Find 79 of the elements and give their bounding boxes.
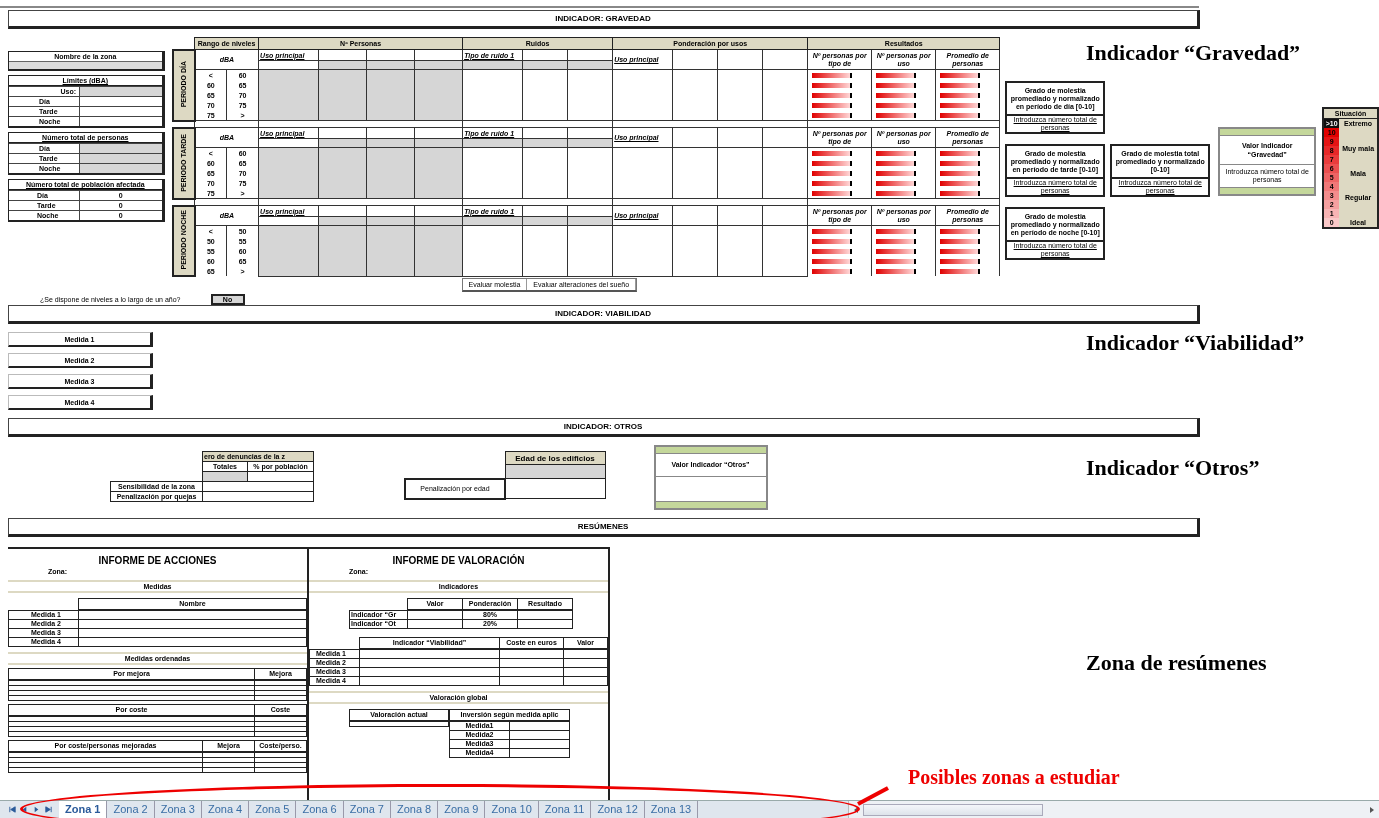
- next-sheet-icon[interactable]: [32, 805, 41, 814]
- data-bar: [812, 82, 853, 88]
- data-bar: [812, 112, 853, 118]
- data-bar: [940, 248, 981, 254]
- data-bar: [812, 238, 853, 244]
- zone-name-field[interactable]: [9, 61, 162, 69]
- annotation-text: Indicador “Viabilidad”: [1086, 330, 1305, 356]
- sheet-tab[interactable]: Zona 11: [538, 801, 592, 818]
- sheet-tab[interactable]: Zona 5: [249, 801, 297, 818]
- report-title: INFORME DE VALORACIÓN: [391, 553, 526, 566]
- data-bar: [876, 238, 917, 244]
- data-bar: [940, 72, 981, 78]
- data-bar: [812, 170, 853, 176]
- data-bar: [940, 228, 981, 234]
- data-bar: [940, 150, 981, 156]
- data-bar: [812, 72, 853, 78]
- data-bar: [940, 238, 981, 244]
- data-bar: [940, 180, 981, 186]
- annotation-text: Indicador “Otros”: [1086, 455, 1260, 481]
- section-header: INDICADOR: OTROS: [8, 418, 1200, 437]
- data-bar: [876, 258, 917, 264]
- input-cell[interactable]: [79, 144, 162, 153]
- data-bar: [876, 190, 917, 196]
- data-bar: [940, 102, 981, 108]
- input-cell[interactable]: [79, 154, 162, 163]
- data-bar: [876, 102, 917, 108]
- annotation-text: Zona de resúmenes: [1086, 650, 1267, 676]
- sheet-tab[interactable]: Zona 7: [343, 801, 391, 818]
- data-bar: [940, 268, 981, 274]
- data-bar: [940, 160, 981, 166]
- sheet-tab[interactable]: Zona 3: [154, 801, 202, 818]
- data-bar: [812, 258, 853, 264]
- data-bar: [940, 92, 981, 98]
- data-bar: [940, 258, 981, 264]
- last-sheet-icon[interactable]: [44, 805, 53, 814]
- data-bar: [812, 248, 853, 254]
- data-bar: [940, 82, 981, 88]
- data-bar: [876, 248, 917, 254]
- sheet-tab[interactable]: Zona 9: [438, 801, 486, 818]
- data-bar: [876, 112, 917, 118]
- annotation-text: Indicador “Gravedad”: [1086, 40, 1301, 66]
- sheet-tab[interactable]: Zona 10: [485, 801, 539, 818]
- section-header: INDICADOR: GRAVEDAD: [8, 10, 1200, 29]
- data-bar: [876, 150, 917, 156]
- first-sheet-icon[interactable]: [8, 805, 17, 814]
- callout-text: Posibles zonas a estudiar: [908, 766, 1120, 789]
- data-bar: [812, 150, 853, 156]
- data-bar: [812, 180, 853, 186]
- input-cell[interactable]: [79, 164, 162, 173]
- section-header: INDICADOR: VIABILIDAD: [8, 305, 1200, 324]
- sheet-tab[interactable]: Zona 1: [59, 801, 108, 818]
- sheet-tab[interactable]: Zona 12: [591, 801, 645, 818]
- section-header: RESÚMENES: [8, 518, 1200, 537]
- data-bar: [876, 82, 917, 88]
- data-bar: [812, 268, 853, 274]
- data-bar: [876, 170, 917, 176]
- data-bar: [940, 170, 981, 176]
- data-bar: [876, 92, 917, 98]
- sheet-tab[interactable]: Zona 6: [296, 801, 344, 818]
- report-title: INFORME DE ACCIONES: [97, 554, 218, 566]
- column-header: Edad de los edificios: [515, 453, 595, 463]
- data-bar: [812, 190, 853, 196]
- sheet-tab[interactable]: Zona 2: [107, 801, 155, 818]
- input-cell[interactable]: [79, 87, 162, 96]
- data-bar: [876, 268, 917, 274]
- sheet-tab[interactable]: Zona 13: [644, 801, 699, 818]
- sheet-tab[interactable]: Zona 4: [201, 801, 250, 818]
- data-bar: [876, 228, 917, 234]
- scrollbar-thumb[interactable]: [863, 803, 1043, 816]
- data-bar: [812, 92, 853, 98]
- data-bar: [876, 72, 917, 78]
- data-bar: [812, 228, 853, 234]
- data-bar: [812, 102, 853, 108]
- data-bar: [940, 112, 981, 118]
- data-bar: [876, 160, 917, 166]
- sheet-tab[interactable]: Zona 8: [390, 801, 439, 818]
- data-bar: [876, 180, 917, 186]
- data-bar: [812, 160, 853, 166]
- data-bar: [940, 190, 981, 196]
